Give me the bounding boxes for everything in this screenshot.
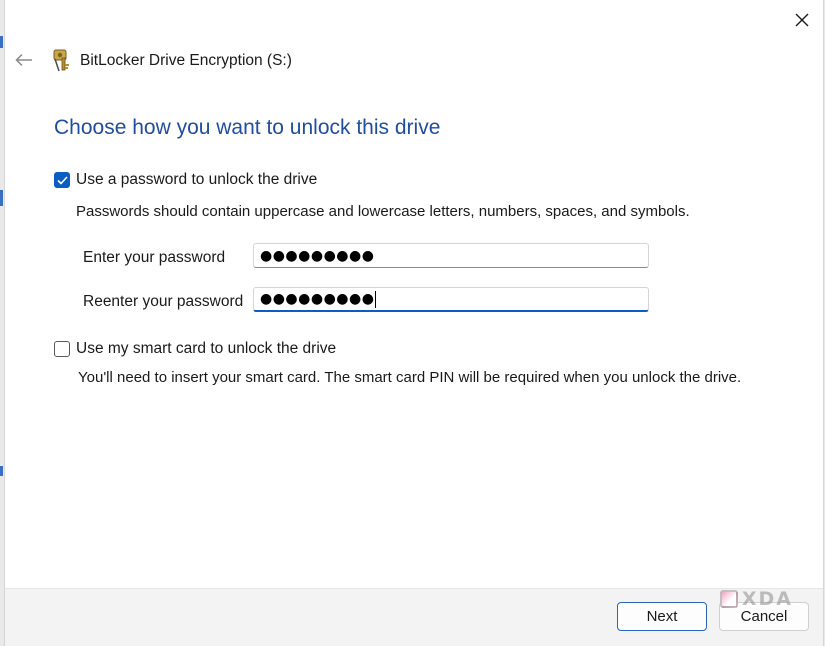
smartcard-hint: You'll need to insert your smart card. T…: [78, 369, 742, 386]
close-icon: [795, 13, 809, 27]
reenter-password-value: ●●●●●●●●●: [260, 291, 375, 307]
password-hint: Passwords should contain uppercase and l…: [76, 203, 690, 220]
smartcard-option-row[interactable]: Use my smart card to unlock the drive: [54, 340, 336, 358]
bitlocker-dialog: BitLocker Drive Encryption (S:) Choose h…: [4, 0, 824, 646]
password-option-row[interactable]: Use a password to unlock the drive: [54, 171, 317, 189]
close-button[interactable]: [787, 6, 817, 34]
enter-password-input[interactable]: ●●●●●●●●●: [253, 243, 649, 268]
checkmark-icon: [56, 175, 68, 185]
reenter-password-input[interactable]: ●●●●●●●●●: [253, 287, 649, 312]
bitlocker-key-icon: [51, 47, 75, 73]
xda-watermark: XDA: [719, 588, 793, 610]
xda-logo-icon: [719, 590, 738, 608]
password-checkbox[interactable]: [54, 172, 70, 188]
password-option-label: Use a password to unlock the drive: [76, 171, 318, 188]
smartcard-checkbox[interactable]: [54, 341, 70, 357]
smartcard-option-label: Use my smart card to unlock the drive: [76, 340, 337, 357]
back-button[interactable]: [11, 47, 37, 73]
page-heading: Choose how you want to unlock this drive: [54, 116, 441, 139]
window-title: BitLocker Drive Encryption (S:): [80, 52, 292, 69]
enter-password-label: Enter your password: [83, 249, 226, 266]
text-caret: [375, 290, 377, 308]
enter-password-value: ●●●●●●●●●: [260, 247, 375, 264]
next-button[interactable]: Next: [617, 602, 707, 631]
dialog-footer: Next Cancel: [5, 588, 823, 646]
reenter-password-label: Reenter your password: [83, 293, 244, 310]
back-arrow-icon: [15, 53, 32, 67]
watermark-text: XDA: [741, 588, 793, 610]
